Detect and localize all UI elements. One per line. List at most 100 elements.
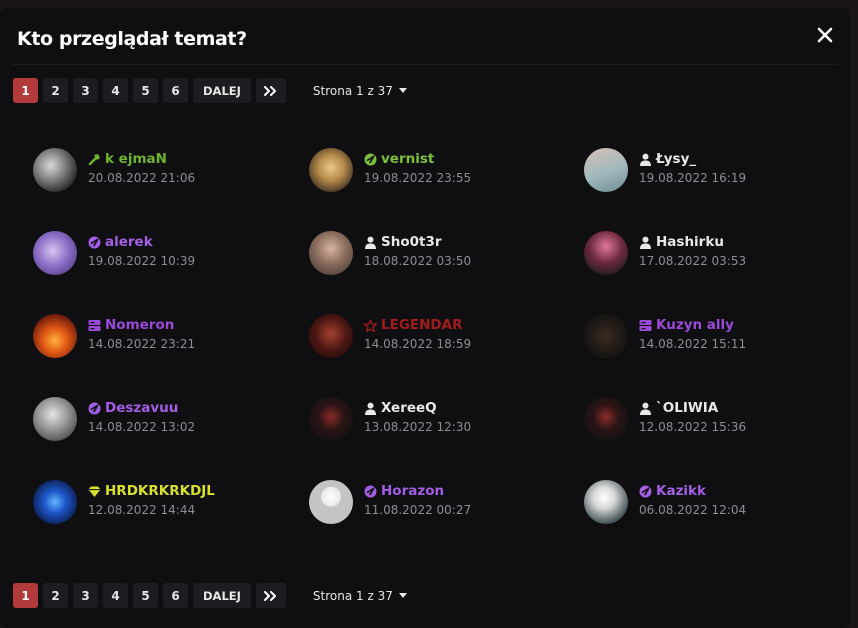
user-item: Kazikk 06.08.2022 12:04 [584, 480, 834, 526]
page-3-button[interactable]: 3 [73, 583, 98, 608]
view-date: 14.08.2022 13:02 [88, 420, 196, 434]
page-1-button[interactable]: 1 [13, 583, 38, 608]
avatar[interactable] [584, 397, 628, 441]
username-text: Deszavuu [105, 400, 179, 416]
view-date: 17.08.2022 03:53 [639, 254, 747, 268]
avatar[interactable] [584, 314, 628, 358]
page-6-button[interactable]: 6 [163, 583, 188, 608]
username-link[interactable]: Hashirku [639, 234, 724, 250]
view-date: 14.08.2022 15:11 [639, 337, 747, 351]
username-text: Hashirku [656, 234, 724, 250]
avatar[interactable] [584, 480, 628, 524]
username-text: LEGENDAR [381, 317, 463, 333]
shield-check-icon [364, 153, 377, 165]
view-date: 14.08.2022 23:21 [88, 337, 196, 351]
page-5-button[interactable]: 5 [133, 583, 158, 608]
user-item: Horazon 11.08.2022 00:27 [309, 480, 559, 526]
page-1-button[interactable]: 1 [13, 78, 38, 103]
username-text: XereeQ [381, 400, 437, 416]
page-selector[interactable]: Strona 1 z 37 [313, 589, 407, 603]
star-icon [364, 318, 377, 332]
username-link[interactable]: Horazon [364, 483, 444, 499]
username-link[interactable]: HRDKRKRKDJL [88, 483, 215, 499]
view-date: 19.08.2022 10:39 [88, 254, 196, 268]
page-2-button[interactable]: 2 [43, 78, 68, 103]
user-item: Deszavuu 14.08.2022 13:02 [33, 397, 283, 443]
user-item: HRDKRKRKDJL 12.08.2022 14:44 [33, 480, 283, 526]
close-icon[interactable] [816, 26, 834, 44]
username-link[interactable]: XereeQ [364, 400, 437, 416]
view-date: 14.08.2022 18:59 [364, 337, 472, 351]
view-date: 20.08.2022 21:06 [88, 171, 196, 185]
next-page-button[interactable]: DALEJ [193, 583, 251, 608]
page-selector[interactable]: Strona 1 z 37 [313, 84, 407, 98]
page-3-button[interactable]: 3 [73, 78, 98, 103]
view-date: 11.08.2022 00:27 [364, 503, 472, 517]
caret-down-icon [398, 88, 407, 93]
avatar[interactable] [33, 397, 77, 441]
double-chevron-right-icon [263, 85, 276, 96]
user-item: Kuzyn ally 14.08.2022 15:11 [584, 314, 834, 360]
shield-check-icon [88, 402, 101, 414]
user-icon [365, 402, 376, 415]
user-item: Hashirku 17.08.2022 03:53 [584, 231, 834, 277]
page-4-button[interactable]: 4 [103, 583, 128, 608]
user-item: XereeQ 13.08.2022 12:30 [309, 397, 559, 443]
user-item: vernist 19.08.2022 23:55 [309, 148, 559, 194]
user-item: alerek 19.08.2022 10:39 [33, 231, 283, 277]
avatar[interactable] [309, 231, 353, 275]
view-date: 18.08.2022 03:50 [364, 254, 472, 268]
page-2-button[interactable]: 2 [43, 583, 68, 608]
username-text: Łysy_ [656, 151, 697, 167]
username-link[interactable]: Kazikk [639, 483, 706, 499]
next-page-button[interactable]: DALEJ [193, 78, 251, 103]
pagination-bottom: 1 2 3 4 5 6 DALEJ Strona 1 z 37 [13, 583, 407, 608]
username-text: Kuzyn ally [656, 317, 734, 333]
page-4-button[interactable]: 4 [103, 78, 128, 103]
username-link[interactable]: Kuzyn ally [639, 317, 734, 333]
username-link[interactable]: Sho0t3r [364, 234, 442, 250]
shield-check-icon [88, 236, 101, 248]
avatar[interactable] [309, 314, 353, 358]
username-text: alerek [105, 234, 153, 250]
username-link[interactable]: `OLIWIA [639, 400, 718, 416]
modal-title: Kto przeglądał temat? [17, 28, 247, 50]
user-item: `OLIWIA 12.08.2022 15:36 [584, 397, 834, 443]
user-item: Łysy_ 19.08.2022 16:19 [584, 148, 834, 194]
page-5-button[interactable]: 5 [133, 78, 158, 103]
view-date: 19.08.2022 23:55 [364, 171, 472, 185]
username-text: Nomeron [105, 317, 175, 333]
user-item: Sho0t3r 18.08.2022 03:50 [309, 231, 559, 277]
avatar[interactable] [33, 314, 77, 358]
server-icon [639, 319, 652, 331]
caret-down-icon [398, 593, 407, 598]
username-link[interactable]: alerek [88, 234, 153, 250]
username-link[interactable]: k ejmaN [88, 151, 167, 167]
user-item: k ejmaN 20.08.2022 21:06 [33, 148, 283, 194]
username-link[interactable]: vernist [364, 151, 434, 167]
username-link[interactable]: Łysy_ [639, 151, 696, 167]
avatar[interactable] [309, 148, 353, 192]
user-item: Nomeron 14.08.2022 23:21 [33, 314, 283, 360]
avatar[interactable] [33, 231, 77, 275]
username-link[interactable]: Nomeron [88, 317, 174, 333]
user-icon [365, 236, 376, 249]
avatar[interactable] [33, 148, 77, 192]
page-6-button[interactable]: 6 [163, 78, 188, 103]
avatar[interactable] [309, 480, 353, 524]
avatar[interactable] [584, 148, 628, 192]
view-date: 06.08.2022 12:04 [639, 503, 747, 517]
user-icon [640, 153, 651, 166]
username-link[interactable]: LEGENDAR [364, 317, 462, 333]
username-text: k ejmaN [105, 151, 167, 167]
username-link[interactable]: Deszavuu [88, 400, 178, 416]
shield-check-icon [639, 485, 652, 497]
last-page-button[interactable] [255, 78, 286, 103]
user-item: LEGENDAR 14.08.2022 18:59 [309, 314, 559, 360]
user-icon [640, 236, 651, 249]
last-page-button[interactable] [255, 583, 286, 608]
avatar[interactable] [584, 231, 628, 275]
avatar[interactable] [33, 480, 77, 524]
avatar[interactable] [309, 397, 353, 441]
user-icon [640, 402, 651, 415]
